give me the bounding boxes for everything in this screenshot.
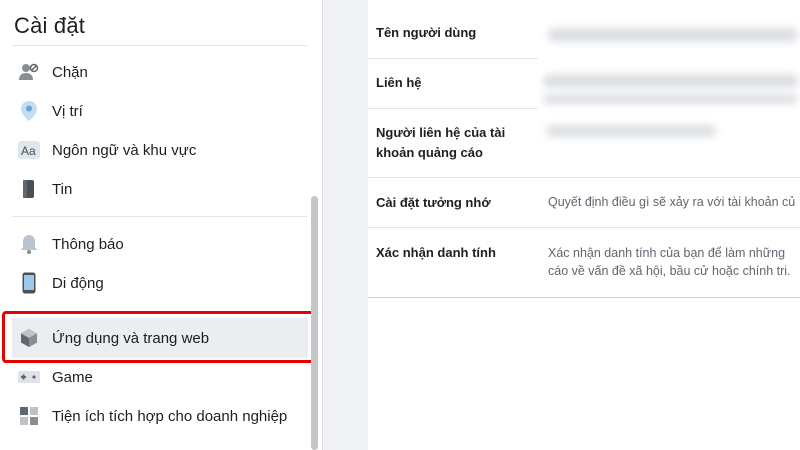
row-label-line1: Người liên hệ của tài bbox=[376, 125, 506, 140]
stories-book-icon bbox=[18, 178, 40, 200]
svg-text:Aa: Aa bbox=[21, 144, 36, 158]
row-label: Tên người dùng bbox=[376, 25, 477, 40]
sidebar-item-notifications[interactable]: Thông báo bbox=[12, 227, 308, 261]
sidebar-scrollbar[interactable] bbox=[311, 196, 318, 450]
settings-row-username[interactable]: Tên người dùng bbox=[368, 20, 800, 60]
divider bbox=[368, 177, 800, 178]
row-label: Cài đặt tưởng nhớ bbox=[376, 195, 491, 210]
sidebar-item-stories[interactable]: Tin bbox=[12, 172, 308, 206]
settings-row-ad-account-contact[interactable]: Người liên hệ của tài khoản quảng cáo bbox=[368, 120, 800, 170]
settings-sidebar: Cài đặt Chặn Vị trí Aa Ngôn ngữ và khu v… bbox=[0, 0, 323, 450]
sidebar-item-label: Vị trí bbox=[52, 102, 83, 120]
sidebar-title: Cài đặt bbox=[14, 13, 86, 38]
redacted-value bbox=[543, 94, 798, 104]
game-controller-icon bbox=[18, 366, 40, 388]
sidebar-item-mobile[interactable]: Di động bbox=[12, 266, 308, 300]
divider bbox=[368, 108, 538, 109]
divider bbox=[368, 227, 800, 228]
sidebar-item-label: Ngôn ngữ và khu vực bbox=[52, 141, 197, 159]
divider bbox=[368, 58, 538, 59]
settings-row-memorialization[interactable]: Cài đặt tưởng nhớ Quyết định điều gì sẽ … bbox=[368, 190, 800, 230]
sidebar-item-language-region[interactable]: Aa Ngôn ngữ và khu vực bbox=[12, 133, 308, 167]
settings-row-identity-confirmation[interactable]: Xác nhận danh tính Xác nhận danh tính củ… bbox=[368, 241, 800, 291]
divider bbox=[12, 216, 307, 217]
sidebar-item-label: Di động bbox=[52, 274, 104, 292]
row-value-line1: Xác nhận danh tính của bạn để làm những bbox=[548, 246, 786, 260]
language-aa-icon: Aa bbox=[18, 139, 40, 161]
redacted-value bbox=[548, 28, 798, 42]
sidebar-item-label: Game bbox=[52, 368, 93, 386]
redacted-value bbox=[543, 74, 798, 88]
sidebar-item-game[interactable]: Game bbox=[12, 360, 308, 394]
row-value: Quyết định điều gì sẽ xảy ra với tài kho… bbox=[548, 195, 796, 209]
sidebar-item-label: Ứng dụng và trang web bbox=[52, 329, 210, 347]
sidebar-item-label: Chặn bbox=[52, 63, 88, 81]
row-label-line2: khoản quảng cáo bbox=[376, 145, 483, 160]
business-integration-icon bbox=[18, 405, 40, 427]
sidebar-item-label: Thông báo bbox=[52, 235, 124, 253]
block-user-icon bbox=[18, 61, 40, 83]
divider bbox=[12, 45, 307, 46]
sidebar-item-business-integrations[interactable]: Tiện ích tích hợp cho doanh nghiệp bbox=[12, 399, 308, 433]
sidebar-item-block[interactable]: Chặn bbox=[12, 55, 308, 89]
row-label: Xác nhận danh tính bbox=[376, 245, 496, 260]
settings-card: Tên người dùng Liên hệ Người liên hệ của… bbox=[368, 0, 800, 298]
location-pin-icon bbox=[18, 100, 40, 122]
mobile-phone-icon bbox=[18, 272, 40, 294]
row-value-line2: cáo về vấn đề xã hội, bầu cử hoặc chính … bbox=[548, 264, 791, 278]
settings-row-contact[interactable]: Liên hệ bbox=[368, 70, 800, 110]
bell-icon bbox=[18, 233, 40, 255]
row-label: Liên hệ bbox=[376, 75, 422, 90]
sidebar-item-label: Tin bbox=[52, 180, 73, 198]
main-gutter bbox=[323, 0, 368, 450]
settings-main: Tên người dùng Liên hệ Người liên hệ của… bbox=[323, 0, 800, 450]
sidebar-item-apps-websites[interactable]: Ứng dụng và trang web bbox=[12, 318, 308, 358]
sidebar-item-label: Tiện ích tích hợp cho doanh nghiệp bbox=[52, 407, 288, 425]
apps-cube-icon bbox=[18, 327, 40, 349]
redacted-value bbox=[546, 125, 716, 137]
sidebar-item-location[interactable]: Vị trí bbox=[12, 94, 308, 128]
